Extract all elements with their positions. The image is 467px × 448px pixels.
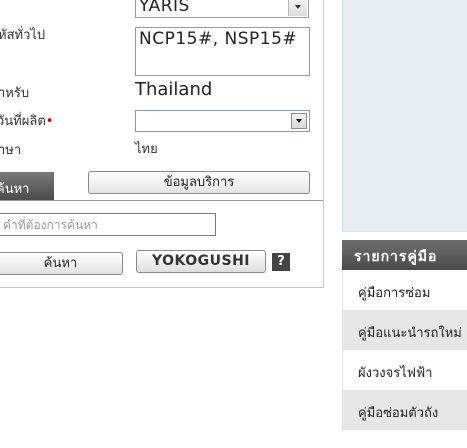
manual-list-header: รายการคู่มือ	[342, 240, 467, 270]
model-select[interactable]: YARIS	[135, 0, 309, 18]
manual-item-new-car[interactable]: คู่มือแนะนำรถใหม่	[342, 310, 467, 350]
search-input[interactable]	[0, 213, 216, 236]
general-code-label: หัสทั่วไป	[0, 28, 46, 43]
service-info-button[interactable]: ข้อมูลบริการ	[88, 171, 310, 194]
language-label: าษา	[0, 143, 22, 158]
search-button[interactable]: ค้นหา	[0, 252, 123, 275]
manual-item-wiring-diagram[interactable]: ผังวงจรไฟฟ้า	[342, 350, 467, 390]
manual-item-repair[interactable]: คู่มือการซ่อม	[342, 270, 467, 310]
for-value: Thailand	[135, 79, 213, 100]
tab-search-label: ค้นหา	[0, 182, 30, 197]
for-label: ำหรับ	[0, 86, 30, 101]
help-icon[interactable]: ?	[272, 253, 290, 271]
yokogushi-button[interactable]: YOKOGUSHI	[136, 250, 266, 273]
production-date-select[interactable]	[135, 110, 310, 132]
general-code-field[interactable]: NCP15#, NSP15#	[135, 27, 310, 76]
tab-search[interactable]: ค้นหา	[0, 172, 54, 200]
vehicle-info-panel: YARIS หัสทั่วไป NCP15#, NSP15# ำหรับ Tha…	[0, 0, 324, 288]
right-top-panel	[342, 0, 467, 232]
production-date-label-text: วันที่ผลิต	[0, 114, 46, 129]
dropdown-arrow-icon[interactable]	[291, 113, 307, 129]
chevron-down-icon[interactable]	[288, 0, 307, 16]
tab-divider	[0, 200, 323, 201]
language-value: ไทย	[135, 142, 158, 157]
production-date-label: วันที่ผลิต•	[0, 110, 53, 131]
model-select-value: YARIS	[139, 0, 190, 16]
required-marker: •	[45, 114, 54, 129]
manual-item-body-repair[interactable]: คู่มือซ่อมตัวถัง	[342, 390, 467, 430]
